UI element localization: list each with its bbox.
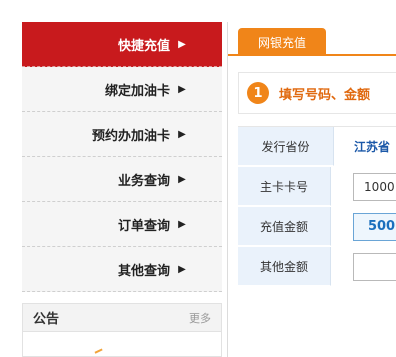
- notice-bullet-icon: [94, 348, 104, 356]
- recharge-form: 发行省份 江苏省 主卡卡号 1000 充值金额 500 其他金额: [238, 126, 396, 286]
- form-row-province: 发行省份 江苏省: [238, 127, 396, 166]
- sidebar-item-label: 预约办加油卡: [91, 128, 170, 144]
- card-number-input[interactable]: 1000: [353, 172, 396, 201]
- sidebar-nav: 快捷充值 ▶ 绑定加油卡 ▶ 预约办加油卡 ▶ 业务查询 ▶ 订单查询 ▶ 其他…: [22, 22, 222, 292]
- sidebar-item-label: 快捷充值: [117, 38, 170, 54]
- sidebar-item-label: 其他查询: [117, 263, 170, 279]
- notice-header: 公告 更多: [23, 304, 221, 332]
- chevron-right-icon: ▶: [178, 83, 186, 95]
- amount-option-500[interactable]: 500: [352, 212, 396, 241]
- sidebar-item-business-query[interactable]: 业务查询 ▶: [22, 157, 222, 202]
- step-header: 1 填写号码、金额: [238, 72, 396, 114]
- province-value: 江苏省: [354, 140, 391, 154]
- chevron-right-icon: ▶: [178, 38, 186, 50]
- other-amount-input[interactable]: [353, 252, 396, 281]
- sidebar-item-quick-recharge[interactable]: 快捷充值 ▶: [22, 22, 222, 67]
- chevron-right-icon: ▶: [178, 173, 186, 185]
- form-row-other-amount: 其他金额: [238, 247, 396, 286]
- chevron-right-icon: ▶: [178, 128, 186, 140]
- tab-online-banking[interactable]: 网银充值: [238, 28, 326, 56]
- sidebar-item-label: 订单查询: [117, 218, 170, 234]
- notice-panel: 公告 更多: [22, 303, 222, 357]
- main-panel: 网银充值 1 填写号码、金额 发行省份 江苏省 主卡卡号 1000 充值金额 5…: [227, 22, 396, 357]
- tab-bar: 网银充值: [228, 22, 396, 56]
- notice-title: 公告: [33, 312, 60, 327]
- sidebar-item-other-query[interactable]: 其他查询 ▶: [22, 247, 222, 292]
- sidebar-item-reserve-card[interactable]: 预约办加油卡 ▶: [22, 112, 222, 157]
- card-number-label: 主卡卡号: [238, 167, 332, 206]
- other-amount-label: 其他金额: [238, 247, 332, 286]
- chevron-right-icon: ▶: [178, 218, 186, 230]
- form-row-card: 主卡卡号 1000: [238, 167, 396, 206]
- province-label: 发行省份: [238, 127, 334, 166]
- sidebar-item-order-query[interactable]: 订单查询 ▶: [22, 202, 222, 247]
- step-title: 填写号码、金额: [279, 87, 371, 103]
- sidebar-item-label: 绑定加油卡: [104, 83, 170, 99]
- step-number-badge: 1: [247, 82, 269, 104]
- sidebar-item-bind-card[interactable]: 绑定加油卡 ▶: [22, 67, 222, 112]
- form-row-amount: 充值金额 500: [238, 207, 396, 246]
- sidebar-item-label: 业务查询: [117, 173, 170, 189]
- amount-label: 充值金额: [238, 207, 331, 246]
- chevron-right-icon: ▶: [178, 263, 186, 275]
- notice-more-link[interactable]: 更多: [189, 310, 211, 326]
